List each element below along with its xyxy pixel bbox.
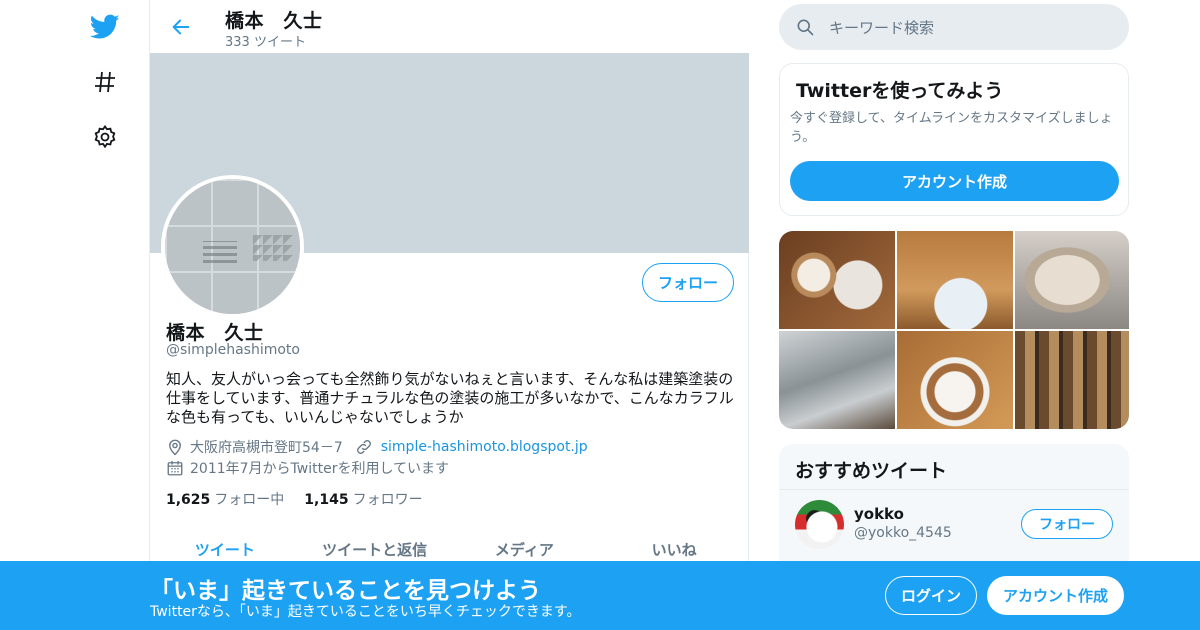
profile-avatar[interactable] — [161, 175, 304, 318]
link-icon — [355, 438, 373, 456]
search-placeholder: キーワード検索 — [829, 18, 935, 37]
recommended-title: おすすめツイート — [795, 460, 948, 482]
left-nav — [60, 0, 150, 630]
recommended-user-name[interactable]: yokko — [854, 505, 904, 523]
profile-bio: 知人、友人がいっ会っても全然飾り気がないねぇと言います、そんな私は建築塗装の仕事… — [166, 370, 734, 426]
location-pin-icon — [166, 438, 184, 456]
media-thumbnail[interactable] — [897, 331, 1013, 429]
signup-card-description: 今すぐ登録して、タイムラインをカスタマイズしましょう。 — [790, 111, 1113, 145]
avatar[interactable] — [795, 500, 844, 549]
followers-count: 1,145 — [304, 492, 349, 508]
create-account-button[interactable]: アカウント作成 — [790, 161, 1119, 201]
media-thumbnail[interactable] — [897, 231, 1013, 329]
follow-button[interactable]: フォロー — [642, 263, 734, 302]
profile-joined: 2011年7月からTwitterを利用しています — [190, 461, 450, 477]
profile-name: 橋本 久士 — [166, 322, 264, 344]
following-stat[interactable]: 1,625 フォロー中 — [166, 489, 284, 509]
header-tweet-count: 333 ツイート — [225, 35, 306, 50]
signup-bottom-bar: 「いま」起きていることを見つけよう Twitterなら、「いま」起きていることを… — [0, 561, 1200, 630]
profile-meta-joined: 2011年7月からTwitterを利用しています — [166, 458, 449, 478]
login-button[interactable]: ログイン — [885, 576, 977, 615]
followers-stat[interactable]: 1,145 フォロワー — [304, 489, 422, 509]
signup-card-title: Twitterを使ってみよう — [796, 80, 1004, 102]
calendar-icon — [166, 459, 184, 477]
profile-location: 大阪府高槻市登町54－7 — [190, 440, 343, 456]
search-input[interactable]: キーワード検索 — [779, 4, 1129, 50]
media-thumbnail[interactable] — [1015, 331, 1129, 429]
avatar-image — [165, 179, 300, 314]
divider — [779, 489, 1129, 490]
profile-header: 橋本 久士 333 ツイート — [150, 0, 749, 53]
header-name: 橋本 久士 — [225, 10, 323, 32]
media-grid — [779, 231, 1129, 429]
bottom-create-account-button[interactable]: アカウント作成 — [987, 576, 1124, 615]
followers-label: フォロワー — [352, 492, 423, 508]
recommended-follow-button[interactable]: フォロー — [1021, 509, 1113, 539]
signup-card: Twitterを使ってみよう 今すぐ登録して、タイムラインをカスタマイズしましょ… — [779, 63, 1129, 216]
profile-meta-location-link: 大阪府高槻市登町54－7 simple-hashimoto.blogspot.j… — [166, 437, 588, 457]
bottom-bar-subtitle: Twitterなら、「いま」起きていることをいち早くチェックできます。 — [150, 604, 581, 620]
following-label: フォロー中 — [214, 492, 285, 508]
twitter-logo-icon[interactable] — [90, 12, 120, 42]
profile-handle: @simplehashimoto — [166, 342, 300, 358]
following-count: 1,625 — [166, 492, 211, 508]
hashtag-icon[interactable] — [90, 67, 120, 97]
media-thumbnail[interactable] — [779, 231, 895, 329]
gear-icon[interactable] — [90, 122, 120, 152]
search-icon — [795, 17, 815, 37]
back-arrow-icon[interactable] — [168, 14, 194, 40]
profile-website-link[interactable]: simple-hashimoto.blogspot.jp — [381, 439, 588, 455]
bottom-bar-title: 「いま」起きていることを見つけよう — [150, 578, 541, 604]
media-thumbnail[interactable] — [779, 331, 895, 429]
page-root: 橋本 久士 333 ツイート フォロー 橋本 久士 @simplehashimo… — [0, 0, 1200, 630]
profile-stats: 1,625 フォロー中 1,145 フォロワー — [166, 489, 423, 509]
main-column: 橋本 久士 333 ツイート フォロー 橋本 久士 @simplehashimo… — [149, 0, 749, 630]
recommended-user-handle: @yokko_4545 — [854, 525, 952, 541]
media-thumbnail[interactable] — [1015, 231, 1129, 329]
